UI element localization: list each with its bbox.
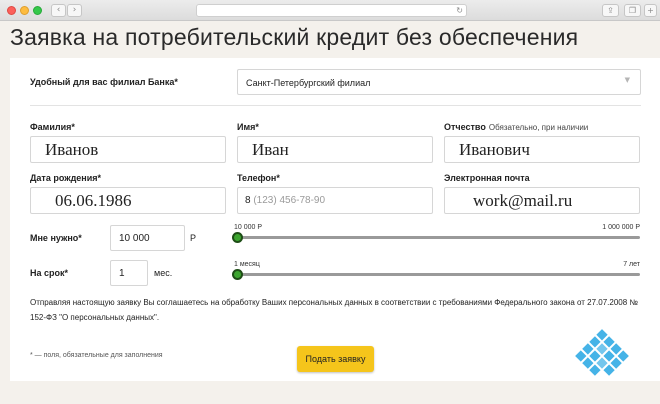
forward-button[interactable]: › (67, 4, 82, 17)
surname-value: Иванов (45, 140, 99, 159)
branch-label: Удобный для вас филиал Банка* (30, 77, 178, 87)
patronymic-value: Иванович (459, 140, 530, 159)
browser-toolbar: ‹ › ↻ ⇪ ❐ + (0, 0, 660, 21)
amount-value: 10 000 (119, 233, 150, 244)
maximize-window-icon[interactable] (33, 6, 42, 15)
patronymic-hint: Обязательно, при наличии (488, 123, 589, 132)
amount-label: Мне нужно* (30, 233, 82, 243)
name-value: Иван (252, 140, 289, 159)
surname-label: Фамилия* (30, 122, 75, 132)
submit-button[interactable]: Подать заявку (297, 346, 374, 372)
back-button[interactable]: ‹ (51, 4, 66, 17)
tabs-button[interactable]: ❐ (624, 4, 641, 17)
chevron-down-icon: ▼ (624, 76, 630, 84)
phone-field[interactable]: 8 (123) 456-78-90 (237, 187, 433, 214)
branch-select[interactable]: Санкт-Петербургский филиал ▼ (237, 69, 641, 95)
phone-value: 8 (123) 456-78-90 (245, 195, 325, 206)
term-slider-handle[interactable] (232, 269, 243, 280)
divider (30, 105, 641, 106)
required-note: * — поля, обязательные для заполнения (30, 352, 163, 359)
agreement-text: Отправляя настоящую заявку Вы соглашаете… (30, 298, 638, 322)
term-slider-max: 7 лет (623, 261, 640, 268)
term-value: 1 (119, 268, 125, 279)
term-slider-track[interactable] (234, 273, 640, 276)
email-label: Электронная почта (444, 173, 530, 183)
term-slider-min: 1 месяц (234, 261, 260, 268)
amount-slider-min: 10 000 Р (234, 224, 263, 231)
term-label: На срок* (30, 268, 69, 278)
term-unit: мес. (154, 268, 173, 278)
patronymic-field[interactable]: Иванович (444, 136, 640, 163)
address-bar[interactable]: ↻ (196, 4, 467, 17)
surname-field[interactable]: Иванов (30, 136, 226, 163)
birthdate-field[interactable]: 06.06.1986 (30, 187, 226, 214)
patronymic-label-text: Отчество (444, 122, 486, 132)
amount-slider-handle[interactable] (232, 232, 243, 243)
amount-input[interactable]: 10 000 (110, 225, 185, 251)
name-label: Имя* (237, 122, 259, 132)
name-field[interactable]: Иван (237, 136, 433, 163)
phone-placeholder: (123) 456-78-90 (253, 195, 326, 206)
minimize-window-icon[interactable] (20, 6, 29, 15)
birthdate-value: 06.06.1986 (55, 191, 132, 210)
credit-application-form: Удобный для вас филиал Банка* Санкт-Пете… (10, 58, 660, 381)
page-title: Заявка на потребительский кредит без обе… (10, 24, 579, 50)
reload-icon[interactable]: ↻ (456, 5, 463, 16)
phone-label: Телефон* (237, 173, 280, 183)
email-field[interactable]: work@mail.ru (444, 187, 640, 214)
phone-prefix: 8 (245, 195, 251, 206)
amount-slider-track[interactable] (234, 236, 640, 239)
branch-select-value: Санкт-Петербургский филиал (246, 78, 371, 88)
close-window-icon[interactable] (7, 6, 16, 15)
new-tab-button[interactable]: + (644, 4, 657, 17)
amount-slider-max: 1 000 000 Р (602, 224, 640, 231)
term-input[interactable]: 1 (110, 260, 148, 286)
amount-unit: Р (190, 233, 197, 243)
birthdate-label: Дата рождения* (30, 173, 102, 183)
email-value: work@mail.ru (473, 191, 573, 210)
share-button[interactable]: ⇪ (602, 4, 619, 17)
patronymic-label: Отчество Обязательно, при наличии (444, 122, 588, 132)
bank-logo (575, 329, 629, 376)
